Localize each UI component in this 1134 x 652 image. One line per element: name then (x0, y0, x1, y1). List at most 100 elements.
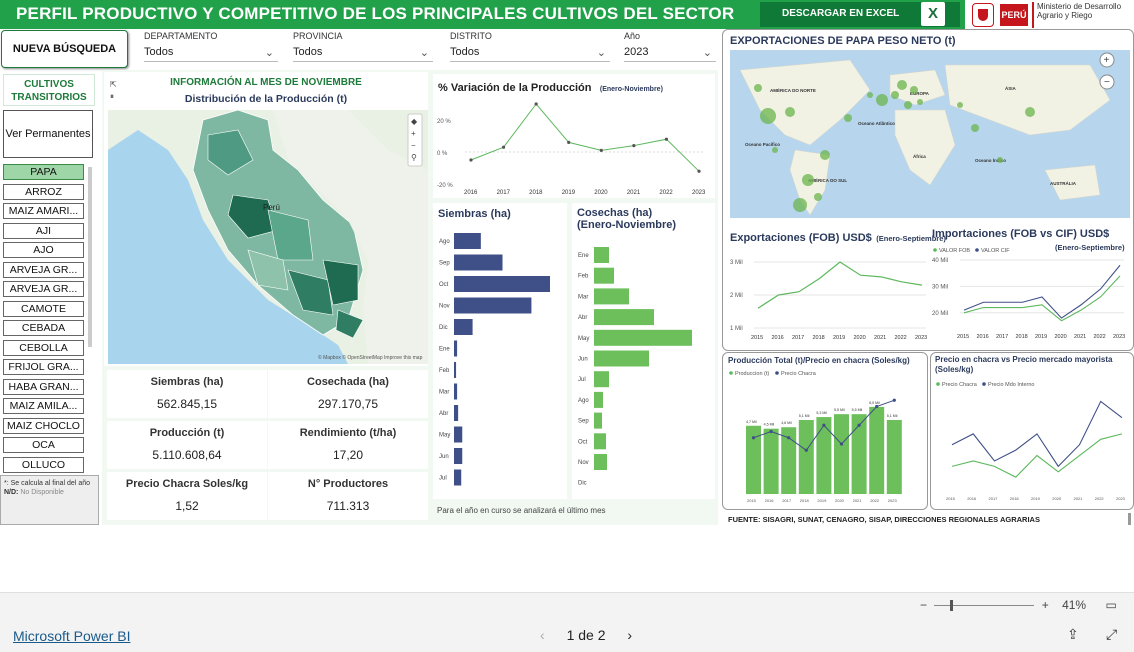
prod-price-combo-chart[interactable]: Produccion (t) Precio Chacra 4,7 Mil 2015 4,… (724, 366, 928, 508)
crop-item[interactable]: FRIJOL GRA... (3, 359, 84, 375)
filter-departamento-select[interactable]: Todos ⌄ (144, 44, 278, 62)
x-tick-label: 2020 (594, 190, 608, 196)
x-tick-label: 2015 (747, 498, 757, 503)
crop-item[interactable]: OCA (3, 437, 84, 453)
data-label: 5,5 Mil (834, 408, 845, 412)
bar (454, 297, 532, 314)
fob-chart-header: Exportaciones (FOB) USD$ (Enero-Septiemb… (730, 228, 946, 246)
peru-crest-icon (972, 3, 994, 27)
data-point (787, 436, 791, 440)
crop-item[interactable]: ARROZ (3, 183, 84, 200)
export-bubble (867, 92, 873, 98)
x-tick-label: 2017 (497, 190, 511, 196)
crop-item[interactable]: AJO (3, 242, 84, 258)
note-nd-label: N/D: (4, 489, 19, 496)
prev-page-icon[interactable]: ‹ (540, 627, 545, 643)
x-tick-label: 2023 (692, 190, 706, 196)
zoom-out-button[interactable]: − (920, 598, 927, 612)
crop-item[interactable]: HABA GRAN... (3, 378, 84, 395)
variation-chart-title: % Variación de la Producción (438, 82, 592, 94)
zoom-in-icon[interactable]: + (411, 129, 416, 138)
imports-line-chart[interactable]: VALOR FOB VALOR CIF 40 Mil 30 Mil 20 Mil 2015… (930, 244, 1130, 344)
category-label: Ene (439, 347, 450, 353)
data-label: 5,1 Mil (887, 414, 898, 418)
fullscreen-icon[interactable]: ⤢ (1106, 626, 1117, 643)
filter-provincia[interactable]: PROVINCIA Todos ⌄ (293, 31, 433, 62)
export-bubble (760, 108, 776, 124)
y-tick-label: 20 Mil (932, 311, 948, 317)
new-search-button[interactable]: NUEVA BÚSQUEDA (1, 30, 128, 68)
legend-note: *: Se calcula al final del año N/D: No D… (0, 475, 99, 525)
excel-icon[interactable]: X (921, 2, 945, 26)
crop-item[interactable]: CEBADA (3, 320, 84, 336)
filter-provincia-value: Todos (293, 46, 323, 58)
category-label: Jun (578, 357, 588, 363)
kpi-cosechada-value: 297.170,75 (317, 397, 379, 411)
cosechas-bar-chart[interactable]: Ene Feb Mar Abr May Jun Jul Ago Sep Oct Nov Dic (572, 241, 715, 497)
fit-page-icon[interactable]: ▭ (1105, 598, 1116, 612)
filter-anio-select[interactable]: 2023 ⌄ (624, 44, 716, 62)
pause-icon[interactable]: ⏸ (110, 92, 114, 102)
share-icon[interactable]: ⇪ (1067, 626, 1079, 643)
zoom-in-button[interactable]: + (1042, 598, 1049, 612)
pin-icon[interactable]: ⇱ (110, 80, 117, 89)
x-tick-label: 2019 (833, 335, 845, 341)
x-tick-label: 2023 (1113, 334, 1125, 340)
filter-distrito[interactable]: DISTRITO Todos ⌄ (450, 31, 610, 62)
kpi-cosechada-label: Cosechada (ha) (307, 376, 389, 388)
legend-swatch (933, 248, 937, 252)
x-tick-label: 2016 (772, 335, 784, 341)
right-scrollbar[interactable] (1128, 513, 1131, 525)
x-tick-label: 2016 (977, 334, 989, 340)
bar (594, 329, 692, 346)
view-permanent-button[interactable]: Ver Permanentes (3, 110, 93, 158)
crop-item[interactable]: CEBOLLA (3, 339, 84, 356)
bar (454, 469, 462, 486)
peru-production-map[interactable]: Perú ◆ + − ⚲ © Mapbox © OpenStreetMap Im… (108, 110, 428, 364)
data-point (469, 158, 473, 162)
category-label: Abr (578, 315, 587, 321)
crop-item[interactable]: MAIZ CHOCLO (3, 417, 84, 434)
y-tick-label: 20 % (437, 119, 451, 125)
siembras-bar-chart[interactable]: Ago Sep Oct Nov Dic Ene Feb Mar Abr May Jun Jul (433, 227, 567, 497)
next-page-icon[interactable]: › (627, 627, 632, 643)
crop-item[interactable]: AJI (3, 222, 84, 239)
crop-list-scrollbar[interactable] (88, 167, 92, 347)
search-icon[interactable]: ⚲ (411, 153, 417, 162)
bar (454, 340, 458, 357)
export-bubble (997, 157, 1003, 163)
category-label: Oct (578, 439, 588, 445)
map-title: Distribución de la Producción (t) (184, 93, 348, 105)
x-tick-label: 2018 (813, 335, 825, 341)
variation-line-chart[interactable]: 20 % 0 % -20 % 2016 2017 2018 2019 2020 2021 2022… (433, 94, 715, 198)
powerbi-link[interactable]: Microsoft Power BI (13, 628, 130, 644)
zoom-out-icon[interactable]: − (411, 141, 416, 150)
crop-item[interactable]: CAMOTE (3, 300, 84, 317)
bar (454, 276, 550, 292)
fob-line-chart[interactable]: 3 Mil 2 Mil 1 Mil 2015 2016 2017 2018 2019 2020 2… (726, 250, 930, 344)
x-tick-label: 2023 (1116, 496, 1126, 501)
crop-item[interactable]: MAIZ AMARI... (3, 203, 84, 219)
category-label: Mar (439, 390, 449, 396)
kpi-siembras-value: 562.845,15 (156, 397, 218, 411)
export-bubble (904, 101, 912, 109)
filter-provincia-select[interactable]: Todos ⌄ (293, 44, 433, 62)
data-point (567, 140, 571, 144)
exports-world-map[interactable]: AMÉRICA DO NORTEEUROPAÁSIAÁfricaAMÉRICA … (730, 50, 1130, 218)
crop-item[interactable]: ARVEJA GR... (3, 281, 84, 297)
filter-distrito-select[interactable]: Todos ⌄ (450, 44, 610, 62)
production-map-card: INFORMACIÓN AL MES DE NOVIEMBRE Distribu… (104, 72, 428, 366)
siembras-chart-card: Siembras (ha) Ago Sep Oct Nov Dic Ene Feb Mar Ab… (433, 203, 567, 499)
x-tick-label: 2021 (1074, 334, 1086, 340)
filter-departamento[interactable]: DEPARTAMENTO Todos ⌄ (144, 31, 278, 62)
crop-item[interactable]: ARVEJA GR... (3, 261, 84, 278)
crop-item[interactable]: OLLUCO (3, 456, 84, 473)
zoom-slider[interactable] (934, 600, 1035, 612)
compass-icon[interactable]: ◆ (411, 117, 418, 126)
crop-item[interactable]: PAPA (3, 164, 84, 180)
zoom-slider-handle[interactable] (950, 600, 954, 612)
market-price-line-chart[interactable]: Precio Chacra Precio Mdo Interno 2015 2016 2… (932, 376, 1132, 508)
filter-anio[interactable]: Año 2023 ⌄ (624, 31, 716, 62)
crop-item[interactable]: MAIZ AMILA... (3, 398, 84, 414)
bar (594, 391, 603, 408)
